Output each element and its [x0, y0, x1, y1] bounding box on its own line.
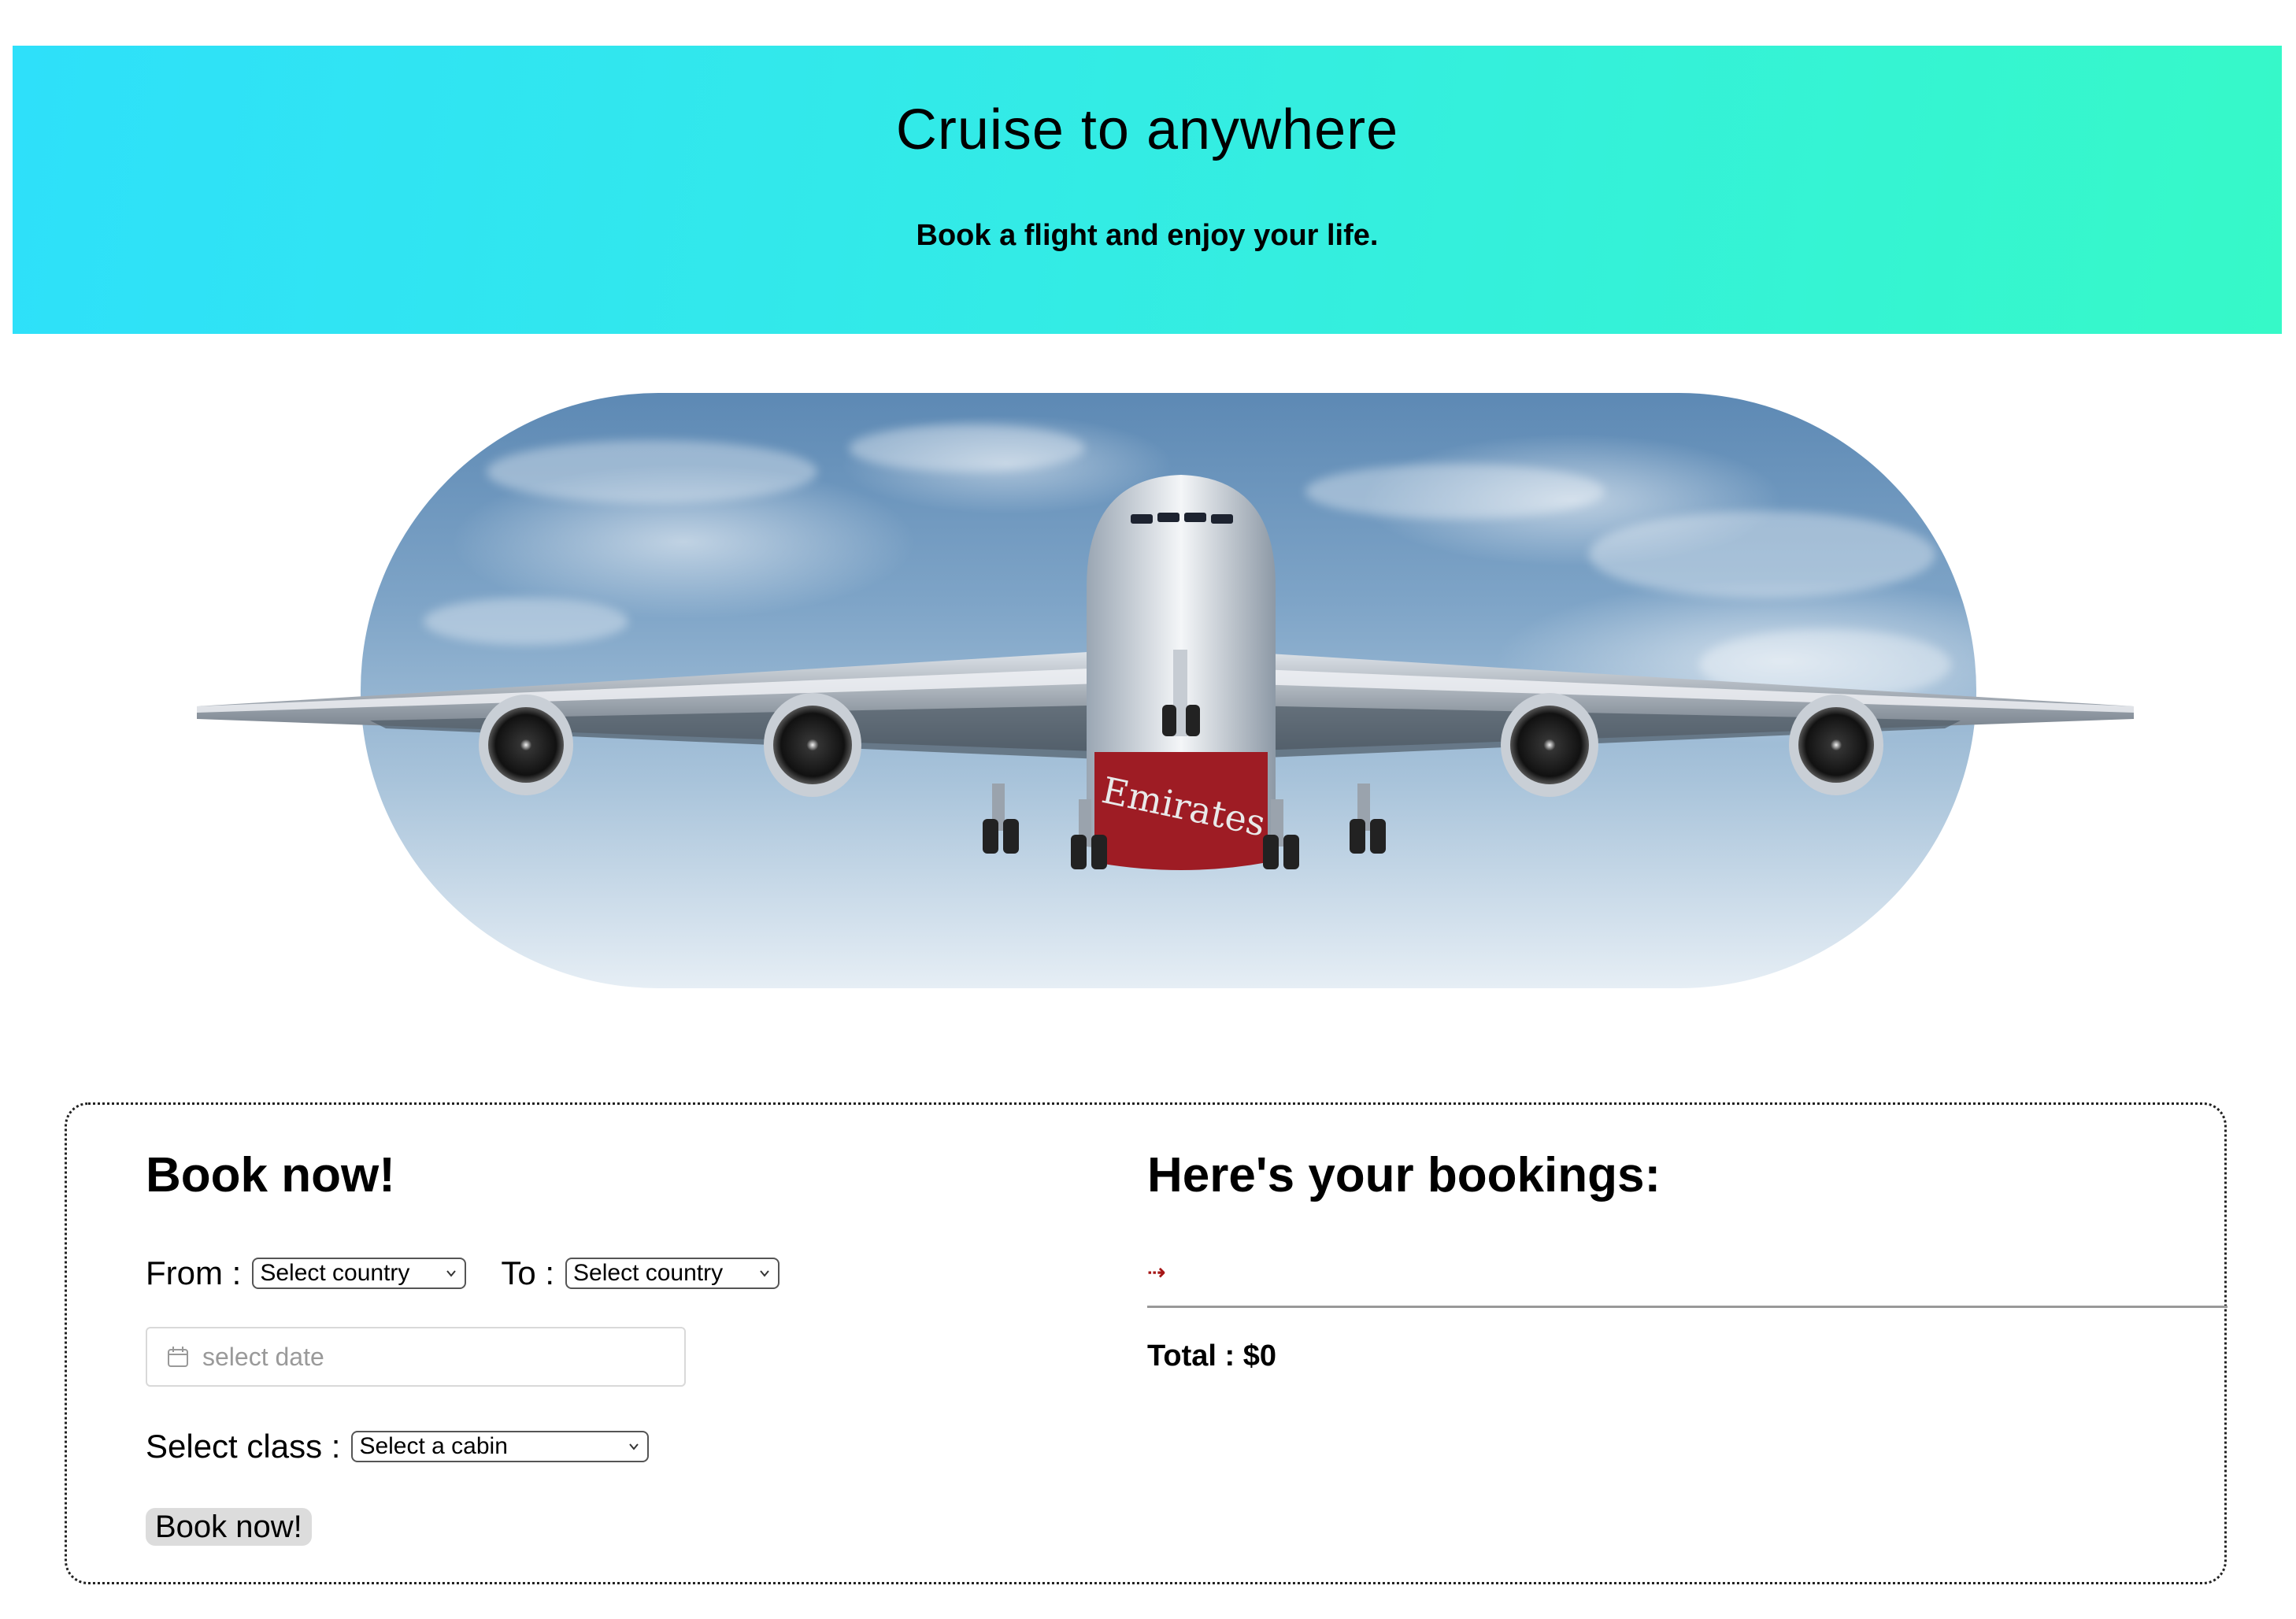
book-now-button[interactable]: Book now!	[146, 1508, 312, 1546]
chevron-down-icon	[760, 1270, 769, 1277]
hero-banner: Cruise to anywhere Book a flight and enj…	[13, 46, 2282, 334]
booking-panel: Book now! From : Select country To : Sel…	[65, 1102, 2227, 1584]
date-placeholder: select date	[202, 1342, 324, 1371]
to-country-value: Select country	[573, 1260, 724, 1286]
from-country-value: Select country	[260, 1260, 410, 1286]
airplane-illustration: Emirates	[197, 475, 2134, 870]
page-subtitle: Book a flight and enjoy your life.	[916, 219, 1379, 252]
bookings-heading: Here's your bookings:	[1147, 1148, 1661, 1202]
chevron-down-icon	[629, 1443, 639, 1450]
to-label: To :	[501, 1254, 555, 1291]
chevron-down-icon	[446, 1270, 457, 1277]
total-price: Total : $0	[1147, 1339, 1276, 1373]
class-label: Select class :	[146, 1428, 341, 1465]
bookings-summary: Here's your bookings: ⇢ Total : $0	[1147, 1105, 2227, 1582]
to-country-select[interactable]: Select country	[565, 1258, 780, 1289]
class-row: Select class : Select a cabin	[146, 1428, 650, 1465]
route-arrow-icon: ⇢	[1147, 1260, 1166, 1284]
calendar-icon	[168, 1347, 188, 1367]
booking-form: Book now! From : Select country To : Sel…	[146, 1105, 1059, 1582]
airplane-image: Emirates	[197, 390, 2134, 1012]
engine-right-inner	[1501, 693, 1598, 797]
engine-right-outer	[1789, 695, 1883, 795]
divider	[1147, 1306, 2227, 1308]
route-row: From : Select country To : Select countr…	[146, 1254, 780, 1292]
cabin-class-value: Select a cabin	[359, 1433, 508, 1459]
cabin-class-select[interactable]: Select a cabin	[351, 1431, 650, 1462]
booking-heading: Book now!	[146, 1148, 395, 1202]
from-label: From :	[146, 1254, 242, 1291]
page-title: Cruise to anywhere	[895, 98, 1399, 161]
from-country-select[interactable]: Select country	[252, 1258, 467, 1289]
engine-left-inner	[764, 693, 861, 797]
date-picker-input[interactable]: select date	[146, 1327, 686, 1387]
engine-left-outer	[479, 695, 573, 795]
